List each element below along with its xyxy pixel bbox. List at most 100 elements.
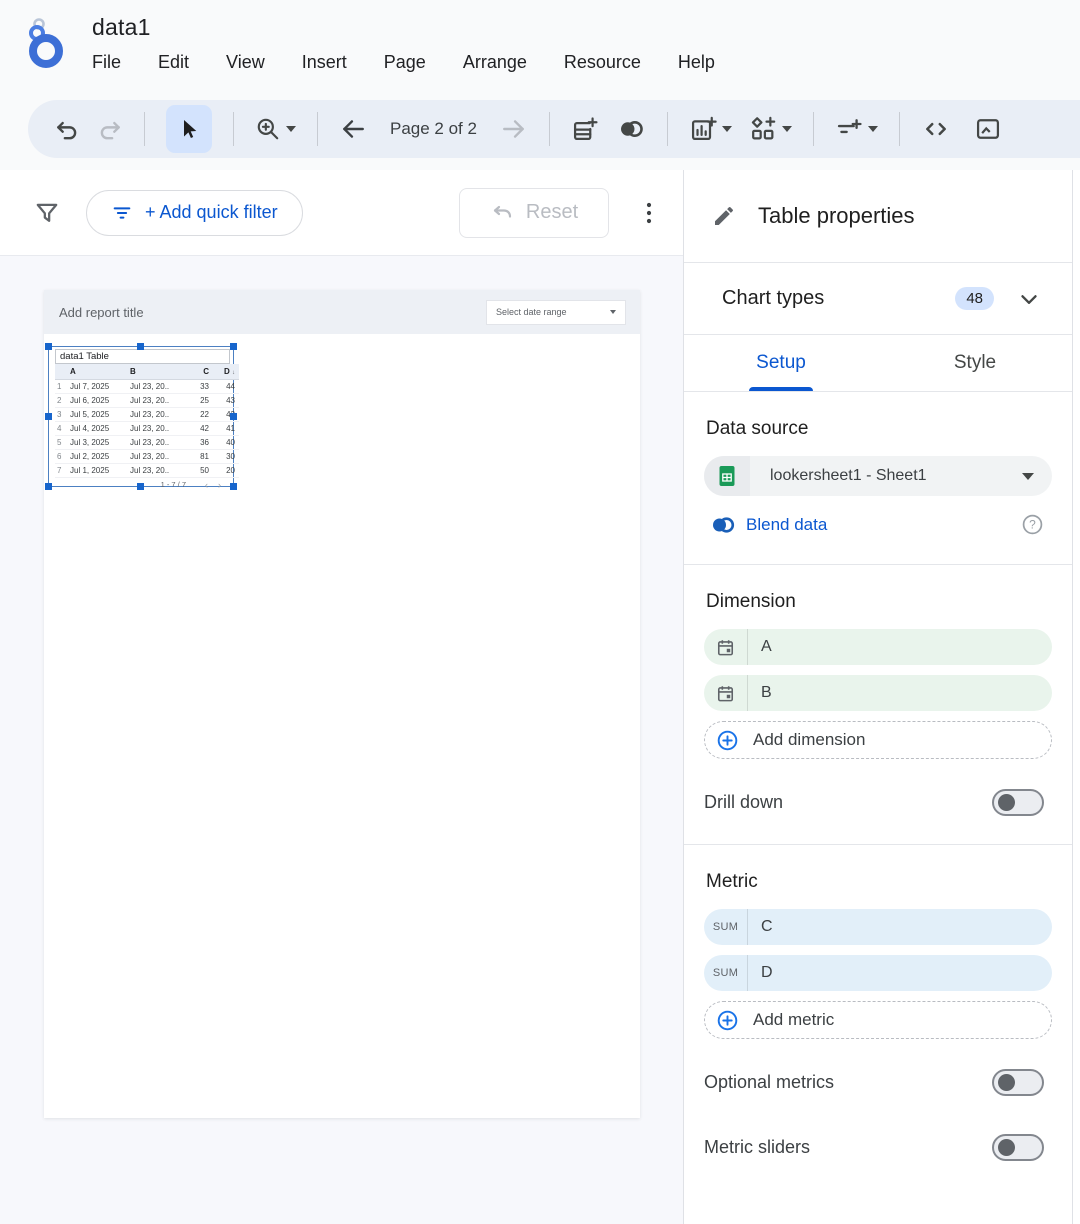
- dimension-field-label: A: [748, 638, 772, 656]
- selection-handle[interactable]: [137, 343, 144, 350]
- table-header-b[interactable]: B: [126, 364, 180, 379]
- metric-heading: Metric: [706, 871, 1052, 893]
- cell-c: 81: [180, 449, 213, 463]
- row-number-cell: 7: [55, 463, 66, 477]
- menu-item[interactable]: View: [226, 52, 265, 73]
- looker-studio-logo-icon[interactable]: [26, 16, 72, 68]
- zoom-tool-icon[interactable]: [255, 116, 296, 142]
- panel-tabs: Setup Style: [684, 335, 1072, 392]
- cell-a: Jul 6, 2025: [66, 393, 126, 407]
- add-control-icon[interactable]: [749, 115, 792, 143]
- metric-sliders-toggle[interactable]: [992, 1134, 1044, 1161]
- menu-item[interactable]: Edit: [158, 52, 189, 73]
- add-control-caret-icon[interactable]: [782, 126, 792, 132]
- report-title-placeholder[interactable]: Add report title: [59, 305, 144, 320]
- zoom-dropdown-caret-icon[interactable]: [286, 126, 296, 132]
- table-header-a[interactable]: A: [66, 364, 126, 379]
- pagination-prev-icon[interactable]: ‹: [205, 480, 208, 490]
- cell-c: 42: [180, 421, 213, 435]
- looker-studio-app: data1 File Edit View Insert Page Arrange Resou…: [0, 0, 1080, 1224]
- selection-handle[interactable]: [230, 483, 237, 490]
- document-title[interactable]: data1: [92, 14, 715, 41]
- help-icon[interactable]: ?: [1021, 513, 1044, 536]
- table-row: 2 Jul 6, 2025 Jul 23, 20.. 25 43: [55, 393, 239, 407]
- add-quick-filter-button[interactable]: + Add quick filter: [86, 190, 303, 236]
- header-text: data1 File Edit View Insert Page Arrange Resou…: [92, 14, 715, 73]
- tab-setup[interactable]: Setup: [684, 335, 878, 391]
- menu-item[interactable]: File: [92, 52, 121, 73]
- blend-data-link[interactable]: Blend data: [746, 515, 827, 535]
- drill-down-toggle[interactable]: [992, 789, 1044, 816]
- add-page-icon[interactable]: [571, 115, 599, 143]
- pagination-next-icon[interactable]: ›: [218, 480, 221, 490]
- optional-metrics-toggle[interactable]: [992, 1069, 1044, 1096]
- selection-handle[interactable]: [230, 343, 237, 350]
- selection-handle[interactable]: [45, 413, 52, 420]
- table-chart-widget[interactable]: data1 Table A B C D ↓: [48, 346, 234, 487]
- add-filter-icon[interactable]: [835, 115, 878, 143]
- table-header-rownum: [55, 364, 66, 379]
- cell-a: Jul 2, 2025: [66, 449, 126, 463]
- blend-data-row: Blend data ?: [710, 513, 1052, 536]
- embed-icon[interactable]: [921, 116, 951, 142]
- cell-d: 40: [213, 435, 239, 449]
- chart-types-label: Chart types: [722, 287, 824, 310]
- table-row: 4 Jul 4, 2025 Jul 23, 20.. 42 41: [55, 421, 239, 435]
- selection-handle[interactable]: [230, 413, 237, 420]
- report-canvas[interactable]: Add report title Select date range: [0, 256, 683, 1224]
- add-dimension-button[interactable]: Add dimension: [704, 721, 1052, 759]
- image-icon[interactable]: [974, 115, 1002, 143]
- table-header-d[interactable]: D ↓: [213, 364, 239, 379]
- menu-item[interactable]: Resource: [564, 52, 641, 73]
- redo-icon[interactable]: [97, 116, 123, 142]
- toolbar-divider: [317, 112, 318, 146]
- select-tool-icon[interactable]: [166, 105, 212, 153]
- menu-item[interactable]: Page: [384, 52, 426, 73]
- blend-data-icon[interactable]: [616, 116, 646, 142]
- add-chart-caret-icon[interactable]: [722, 126, 732, 132]
- undo-icon[interactable]: [54, 116, 80, 142]
- report-page[interactable]: Add report title Select date range: [44, 290, 640, 1118]
- cell-b: Jul 23, 20..: [126, 393, 180, 407]
- data-source-caret-icon: [1022, 473, 1034, 480]
- add-quick-filter-label: + Add quick filter: [145, 202, 278, 223]
- date-range-caret-icon: [610, 310, 616, 314]
- table-row: 3 Jul 5, 2025 Jul 23, 20.. 22 42: [55, 407, 239, 421]
- cell-a: Jul 4, 2025: [66, 421, 126, 435]
- chevron-down-icon[interactable]: [1016, 286, 1042, 312]
- next-page-icon[interactable]: [500, 116, 528, 142]
- reset-button[interactable]: Reset: [459, 188, 609, 238]
- add-metric-label: Add metric: [753, 1010, 834, 1030]
- dimension-chip-b[interactable]: B: [704, 675, 1052, 711]
- table-header-c[interactable]: C: [180, 364, 213, 379]
- more-options-kebab-icon[interactable]: [639, 200, 659, 226]
- menu-item[interactable]: Insert: [302, 52, 347, 73]
- selection-handle[interactable]: [137, 483, 144, 490]
- sheets-source-icon: [704, 456, 750, 496]
- page-indicator[interactable]: Page 2 of 2: [390, 119, 477, 139]
- table-row: 5 Jul 3, 2025 Jul 23, 20.. 36 40: [55, 435, 239, 449]
- chart-types-row[interactable]: Chart types 48: [684, 263, 1072, 335]
- aggregation-label[interactable]: SUM: [704, 955, 748, 991]
- tab-style[interactable]: Style: [878, 335, 1072, 391]
- optional-metrics-label: Optional metrics: [704, 1072, 834, 1093]
- selection-handle[interactable]: [45, 483, 52, 490]
- table-title[interactable]: data1 Table: [55, 349, 230, 364]
- metric-chip-c[interactable]: SUM C: [704, 909, 1052, 945]
- data-source-selector[interactable]: lookersheet1 - Sheet1: [704, 456, 1052, 496]
- add-chart-icon[interactable]: [689, 115, 732, 143]
- menu-item[interactable]: Arrange: [463, 52, 527, 73]
- add-filter-caret-icon[interactable]: [868, 126, 878, 132]
- add-metric-button[interactable]: Add metric: [704, 1001, 1052, 1039]
- menu-item[interactable]: Help: [678, 52, 715, 73]
- dimension-chip-a[interactable]: A: [704, 629, 1052, 665]
- filter-funnel-icon[interactable]: [34, 200, 60, 226]
- selection-handle[interactable]: [45, 343, 52, 350]
- metric-chip-d[interactable]: SUM D: [704, 955, 1052, 991]
- aggregation-label[interactable]: SUM: [704, 909, 748, 945]
- cell-d: 20: [213, 463, 239, 477]
- chart-types-count-badge: 48: [955, 287, 994, 310]
- date-range-control[interactable]: Select date range: [486, 300, 626, 325]
- dimension-field-label: B: [748, 684, 772, 702]
- previous-page-icon[interactable]: [339, 116, 367, 142]
